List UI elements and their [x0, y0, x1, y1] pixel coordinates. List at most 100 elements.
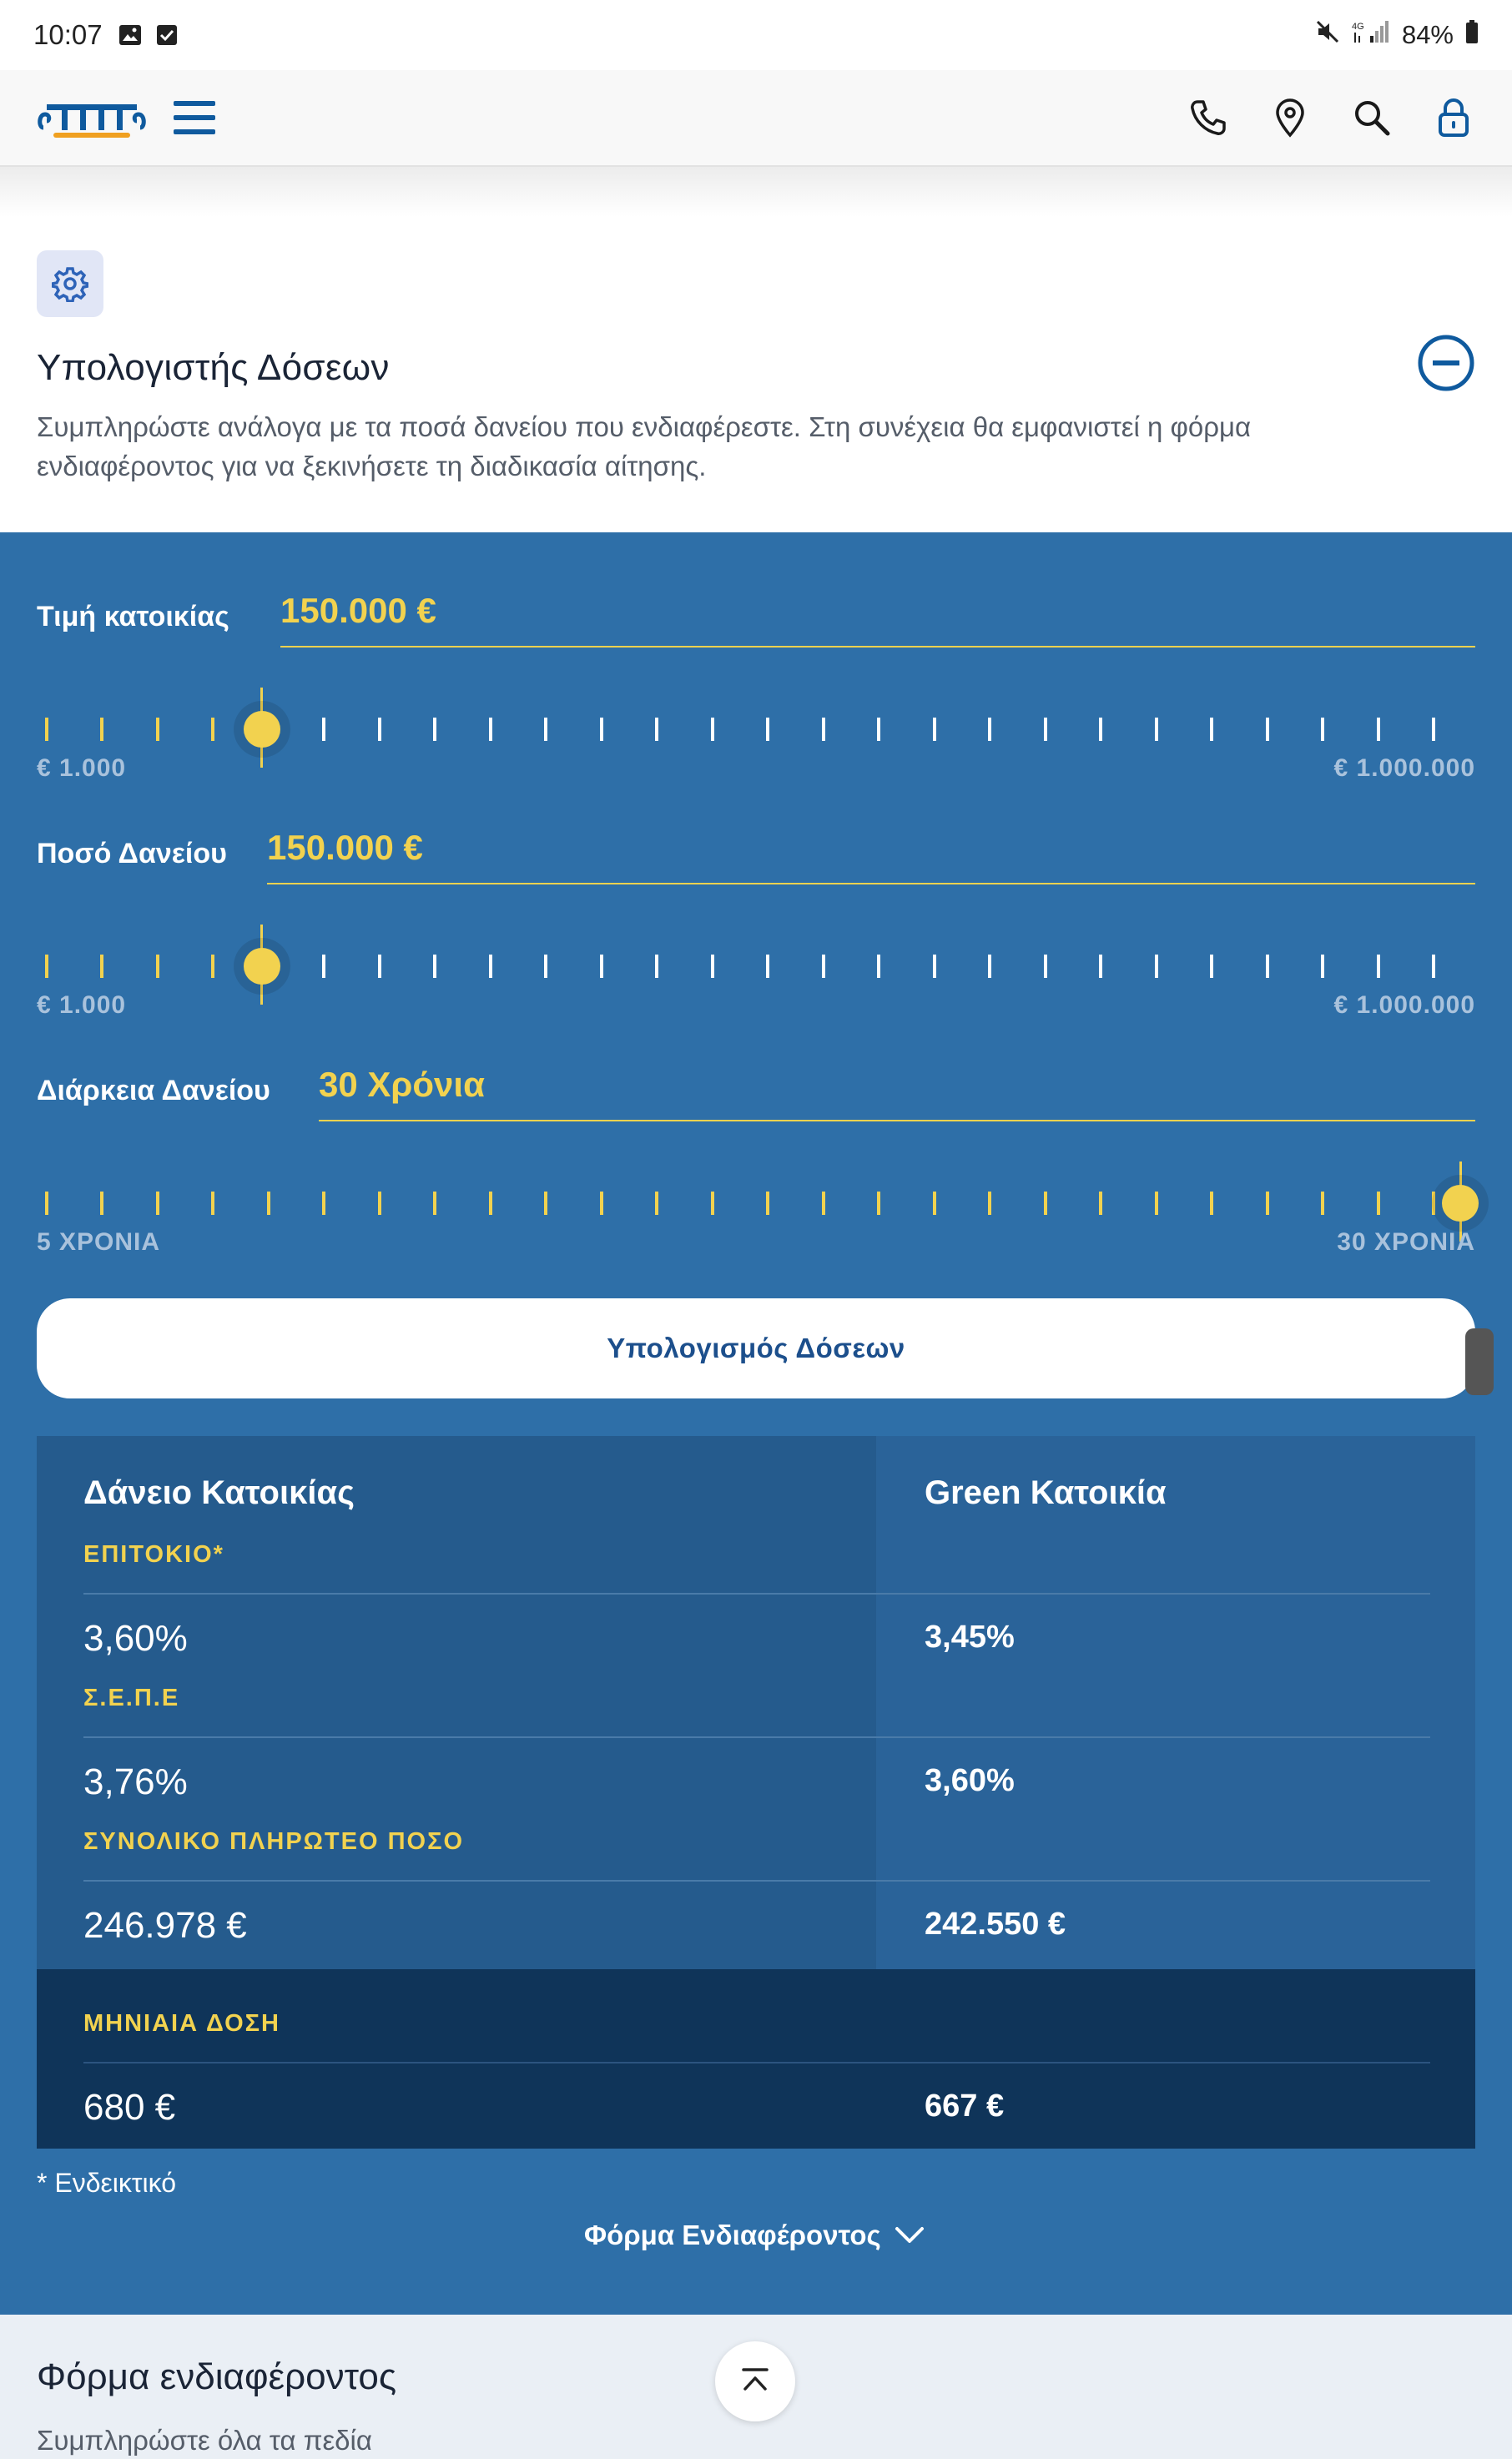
intro-description: Συμπληρώστε ανάλογα με τα ποσά δανείου π… [37, 411, 1252, 481]
house-price-slider[interactable] [37, 688, 1475, 768]
house-price-input[interactable]: 150.000 € [280, 591, 1475, 648]
slider-tick [1265, 1192, 1269, 1215]
loan-amount-max: € 1.000.000 [1333, 991, 1475, 1019]
location-icon[interactable] [1268, 96, 1312, 139]
slider-tick [211, 955, 215, 978]
loan-amount-min: € 1.000 [37, 991, 127, 1019]
svg-text:4G: 4G [1352, 22, 1364, 32]
slider-tick [1376, 718, 1380, 741]
slider-tick [1043, 955, 1047, 978]
form-title: Φόρμα ενδιαφέροντος [37, 2356, 397, 2397]
slider-tick [655, 955, 659, 978]
collapse-icon[interactable] [1417, 334, 1475, 392]
slider-tick [322, 718, 326, 741]
interest-form-link[interactable]: Φόρμα Ενδιαφέροντος [584, 2220, 925, 2251]
loan-amount-slider[interactable] [37, 925, 1475, 1005]
slider-tick [988, 955, 992, 978]
slider-tick [433, 718, 437, 741]
loan-amount-input[interactable]: 150.000 € [267, 828, 1475, 884]
image-icon [118, 23, 143, 48]
header-shadow [0, 167, 1512, 217]
house-price-min: € 1.000 [37, 754, 127, 782]
slider-tick [821, 1192, 825, 1215]
loan-duration-min: 5 ΧΡΟΝΙΑ [37, 1228, 161, 1256]
slider-tick [655, 1192, 659, 1215]
slider-tick [1154, 1192, 1158, 1215]
slider-tick [544, 955, 548, 978]
slider-tick [1432, 718, 1435, 741]
slider-tick [821, 955, 825, 978]
monthly-payment-green: 667 € [925, 2089, 1005, 2124]
loan-duration-max: 30 ΧΡΟΝΙΑ [1337, 1228, 1475, 1256]
slider-tick [377, 718, 381, 741]
slider-thumb[interactable] [1442, 1185, 1479, 1222]
battery-icon [1465, 20, 1479, 50]
slider-tick [821, 718, 825, 741]
bank-logo[interactable] [37, 93, 147, 143]
slider-tick [932, 1192, 936, 1215]
divider [83, 1880, 1430, 1882]
apr-green: 3,60% [925, 1763, 1015, 1798]
slider-tick [932, 955, 936, 978]
slider-tick [710, 718, 714, 741]
slider-tick [710, 1192, 714, 1215]
monthly-payment-label: ΜΗΝΙΑΙΑ ΔΟΣΗ [83, 2010, 280, 2037]
monthly-payment-home: 680 € [83, 2087, 176, 2128]
slider-tick [1432, 955, 1435, 978]
apr-label: Σ.Ε.Π.Ε [83, 1685, 180, 1711]
slider-tick [100, 718, 104, 741]
loan-duration-slider[interactable] [37, 1161, 1489, 1242]
search-icon[interactable] [1350, 96, 1394, 139]
form-subtitle: Συμπληρώστε όλα τα πεδία [37, 2425, 372, 2456]
chevron-up-icon [740, 2367, 770, 2396]
slider-tick [1043, 718, 1047, 741]
chevron-down-icon [895, 2220, 925, 2251]
slider-tick [544, 718, 548, 741]
slider-tick [45, 955, 48, 978]
slider-tick [877, 718, 881, 741]
slider-tick [1210, 1192, 1214, 1215]
slider-tick [766, 955, 770, 978]
loan-amount-field: Ποσό Δανείου 150.000 € € 1.000 € 1.000.0… [37, 828, 1475, 1019]
menu-button[interactable] [174, 98, 215, 138]
house-price-label: Τιμή κατοικίας [37, 601, 229, 632]
slider-tick [155, 1192, 159, 1215]
slider-thumb[interactable] [243, 948, 280, 985]
4g-signal-icon: 4G [1352, 19, 1390, 51]
slider-tick [1265, 718, 1269, 741]
battery-percent: 84% [1401, 20, 1454, 49]
calculate-button[interactable]: Υπολογισμός Δόσεων [37, 1298, 1475, 1398]
slider-tick [1154, 718, 1158, 741]
slider-tick [766, 718, 770, 741]
interest-rate-green: 3,45% [925, 1620, 1015, 1655]
divider [83, 2062, 1430, 2063]
slider-tick [433, 955, 437, 978]
intro-title: Υπολογιστής Δόσεων [37, 347, 390, 388]
slider-tick [488, 718, 492, 741]
interest-rate-label: ΕΠΙΤΟΚΙΟ* [83, 1541, 224, 1568]
scrollbar-handle[interactable] [1465, 1328, 1494, 1395]
slider-thumb[interactable] [243, 711, 280, 748]
gear-icon [37, 250, 103, 317]
phone-icon[interactable] [1187, 96, 1230, 139]
slider-tick [100, 1192, 104, 1215]
house-price-field: Τιμή κατοικίας 150.000 € € 1.000 € 1.000… [37, 591, 1475, 782]
slider-tick [1321, 1192, 1325, 1215]
lock-icon[interactable] [1432, 96, 1475, 139]
slider-tick [988, 1192, 992, 1215]
slider-tick [655, 718, 659, 741]
slider-tick [599, 955, 603, 978]
slider-tick [1043, 1192, 1047, 1215]
total-amount-green: 242.550 € [925, 1907, 1066, 1942]
status-bar: 10:07 4G 84% [0, 0, 1512, 70]
footnote: * Ενδεικτικό [37, 2168, 177, 2198]
slider-tick [1154, 955, 1158, 978]
status-time: 10:07 [33, 19, 103, 50]
loan-amount-label: Ποσό Δανείου [37, 838, 227, 869]
slider-tick [266, 1192, 270, 1215]
slider-tick [1099, 718, 1103, 741]
loan-duration-input[interactable]: 30 Χρόνια [319, 1065, 1475, 1121]
back-to-top-button[interactable] [715, 2341, 795, 2421]
apr-home: 3,76% [83, 1761, 188, 1802]
slider-tick [877, 955, 881, 978]
